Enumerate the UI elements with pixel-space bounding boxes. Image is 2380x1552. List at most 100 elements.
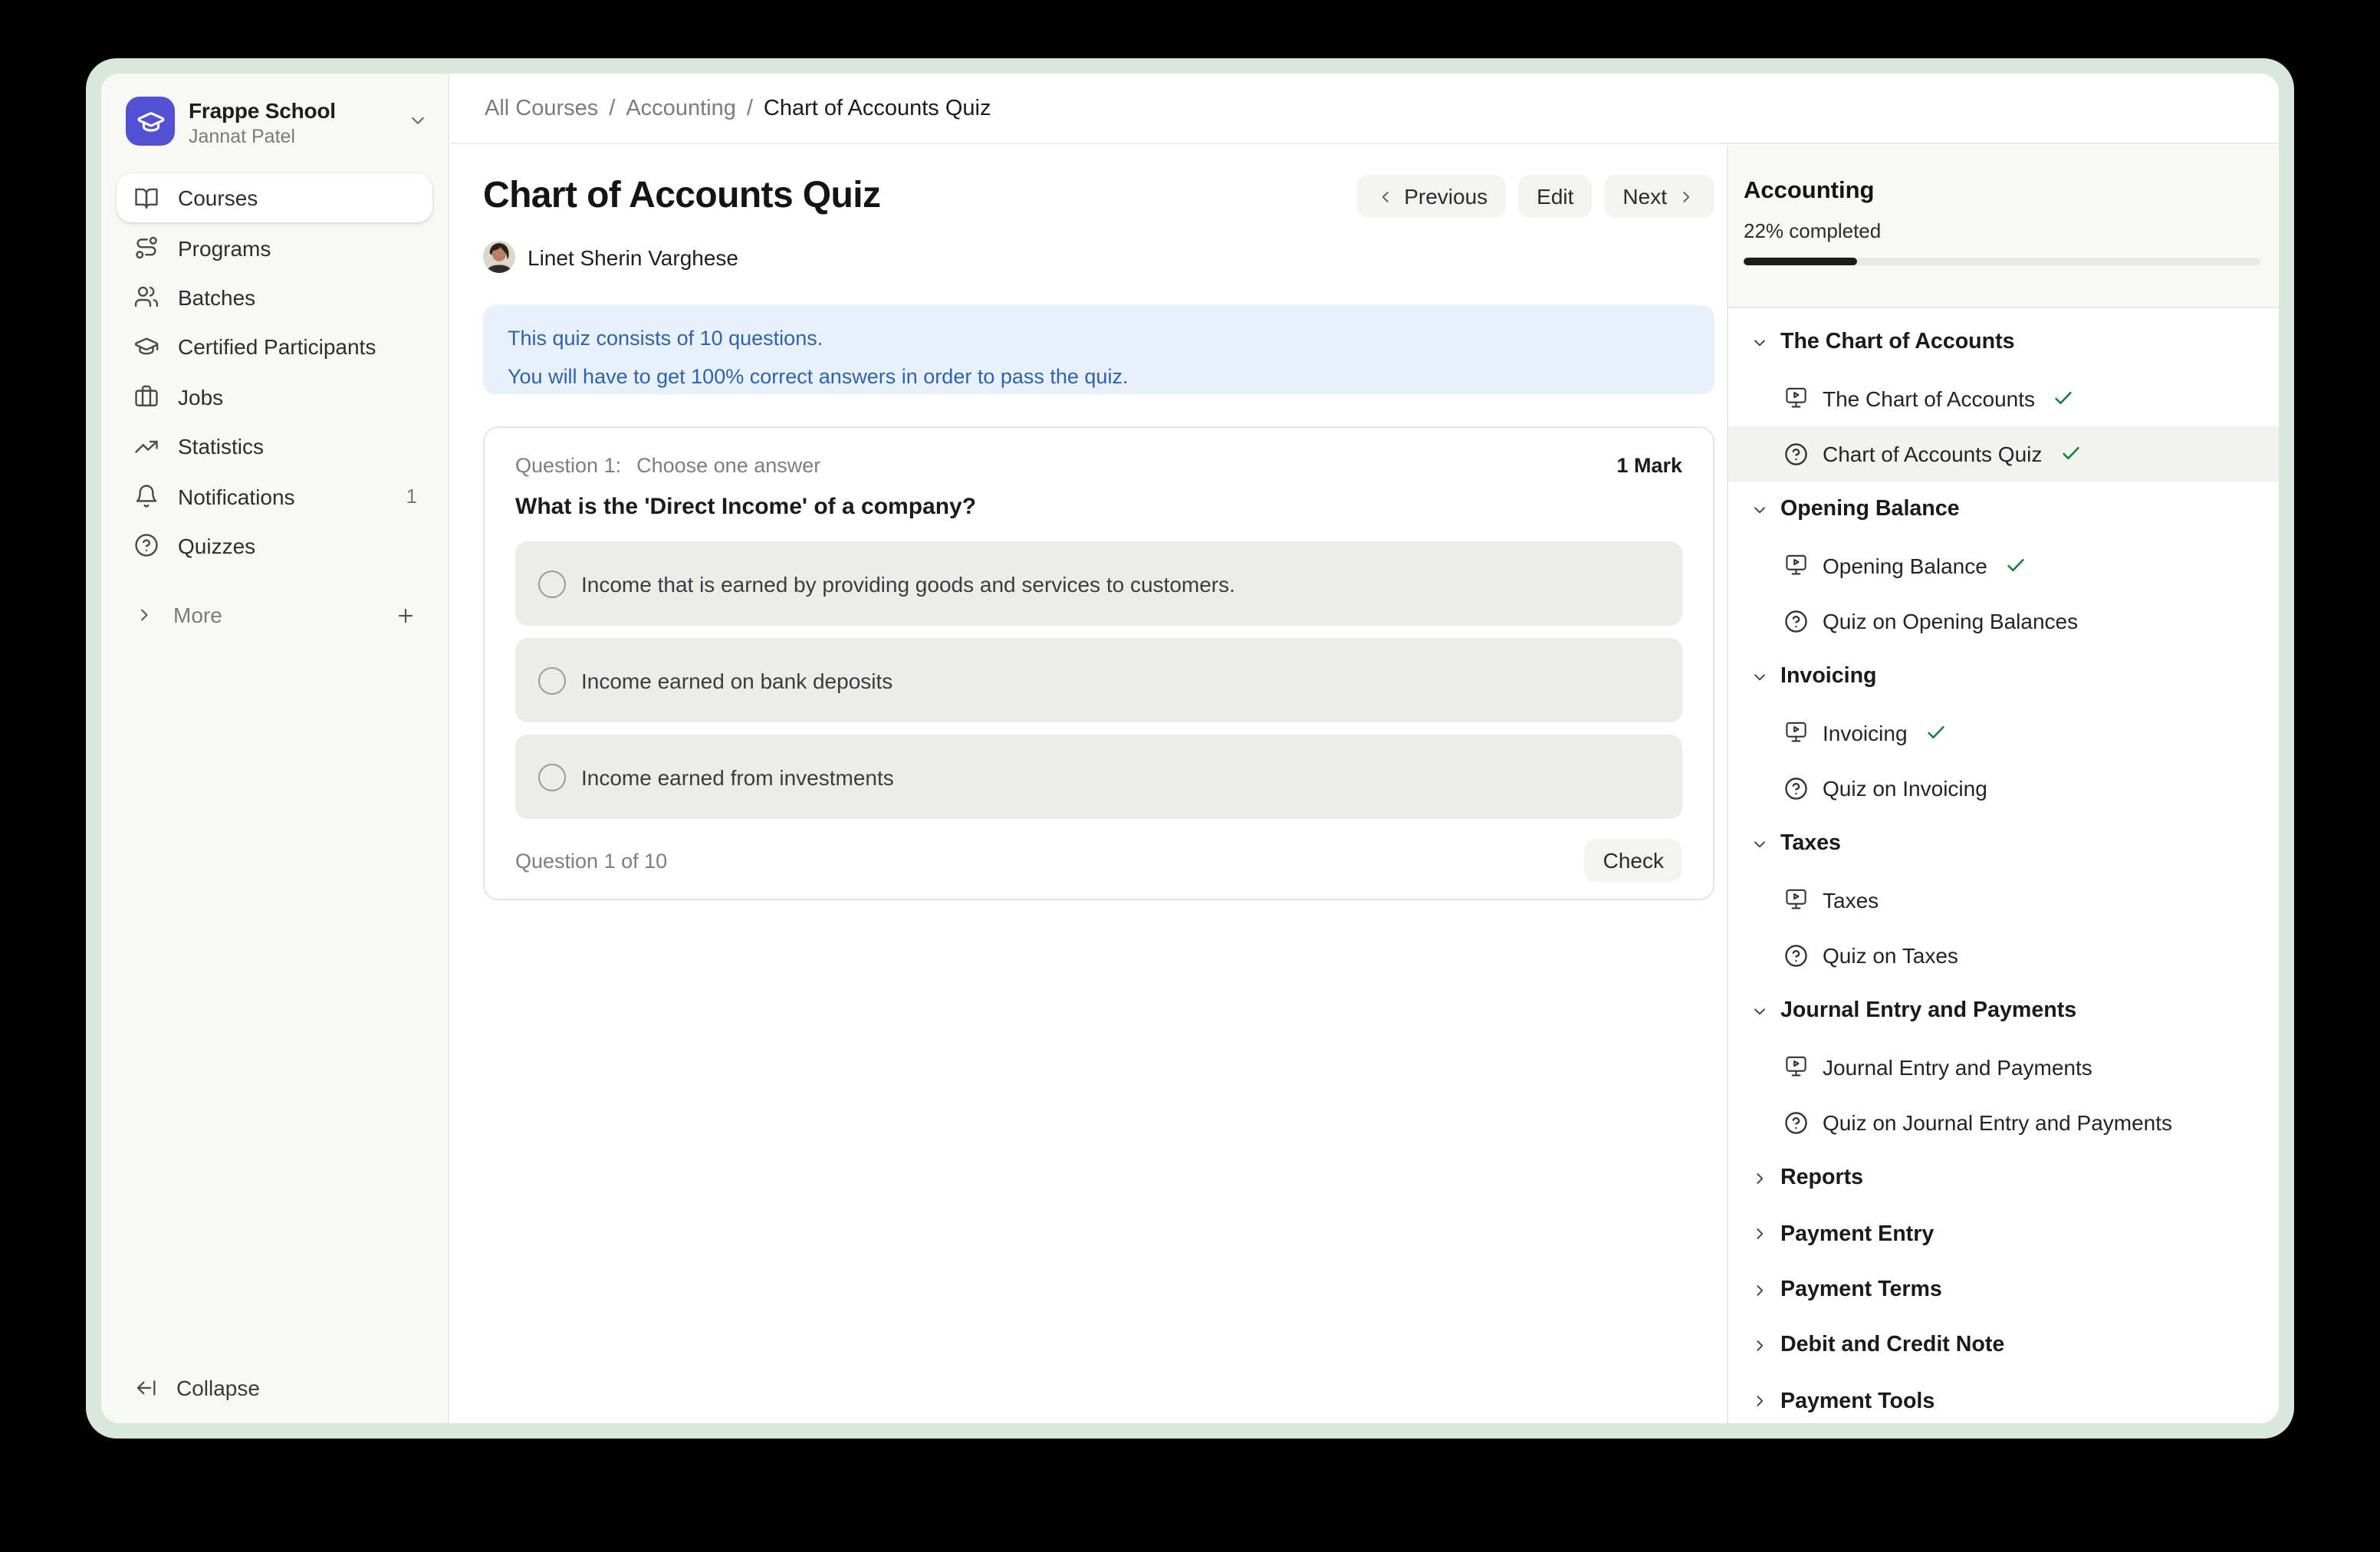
course-title: Accounting [1744,178,2260,206]
monitor-play-icon [1783,720,1809,745]
bell-icon [133,483,159,509]
radio-button-icon [538,570,566,597]
edit-button-label: Edit [1537,184,1573,209]
sidebar-item-programs[interactable]: Programs [117,223,432,273]
breadcrumb-all-courses[interactable]: All Courses [485,96,598,120]
author-row: Linet Sherin Varghese [483,241,738,273]
outline-row-label: Taxes [1823,887,1879,912]
outline-row[interactable]: Opening Balance [1728,482,2279,538]
outline-row[interactable]: Payment Tools [1728,1373,2279,1423]
check-icon [2004,554,2027,577]
app-frame: Frappe School Jannat Patel Courses Progr… [86,58,2294,1439]
sidebar-item-notifications[interactable]: Notifications 1 [117,472,432,521]
sidebar-item-courses[interactable]: Courses [117,173,432,223]
course-outline-header: Accounting 22% completed [1728,146,2279,308]
sidebar-item-label: Jobs [178,385,223,409]
brand-meta: Frappe School Jannat Patel [189,98,336,147]
notification-count-badge: 1 [406,485,417,508]
edit-button[interactable]: Edit [1518,175,1592,218]
outline-row[interactable]: Invoicing [1728,649,2279,705]
outline-row[interactable]: Debit and Credit Note [1728,1317,2279,1373]
outline-row-label: Payment Terms [1780,1277,1942,1302]
chevron-right-icon [1750,1224,1770,1244]
chevron-right-icon [1750,1280,1770,1300]
outline-row-label: Invoicing [1780,664,1877,689]
outline-row[interactable]: The Chart of Accounts [1728,370,2279,426]
outline-row[interactable]: Quiz on Opening Balances [1728,593,2279,649]
outline-row[interactable]: Payment Terms [1728,1262,2279,1318]
sidebar-item-statistics[interactable]: Statistics [117,422,432,472]
chevron-right-icon [133,605,155,626]
page-title: Chart of Accounts Quiz [483,175,880,218]
outline-row[interactable]: Journal Entry and Payments [1728,1039,2279,1095]
radio-button-icon [538,763,566,791]
question-progress-label: Question 1 of 10 [515,849,667,872]
course-outline-panel: Accounting 22% completed The Chart of Ac… [1727,146,2279,1423]
radio-button-icon [538,666,566,694]
outline-row[interactable]: Payment Entry [1728,1206,2279,1262]
sidebar-item-batches[interactable]: Batches [117,273,432,323]
next-button[interactable]: Next [1604,175,1714,218]
outline-row-label: Opening Balance [1780,497,1960,521]
outline-row[interactable]: Opening Balance [1728,538,2279,594]
outline-row[interactable]: Journal Entry and Payments [1728,983,2279,1039]
check-icon [2059,442,2082,465]
sidebar-item-certified-participants[interactable]: Certified Participants [117,322,432,372]
app-window: Frappe School Jannat Patel Courses Progr… [101,74,2279,1423]
chevron-down-icon[interactable] [406,109,429,132]
breadcrumb-separator: / [609,96,615,120]
monitor-play-icon [1783,553,1809,578]
left-sidebar: Frappe School Jannat Patel Courses Progr… [101,74,449,1423]
outline-row[interactable]: Taxes [1728,872,2279,928]
monitor-play-icon [1783,887,1809,912]
banner-line-2: You will have to get 100% correct answer… [508,357,1690,396]
help-circle-icon [1783,1110,1809,1135]
question-hint: Choose one answer [636,454,820,477]
help-circle-icon [1783,942,1809,968]
progress-bar [1744,258,2260,265]
sidebar-item-quizzes[interactable]: Quizzes [117,521,432,570]
outline-row[interactable]: Taxes [1728,816,2279,872]
breadcrumb-accounting[interactable]: Accounting [626,96,736,120]
sidebar-item-label: Certified Participants [178,335,376,360]
outline-row[interactable]: The Chart of Accounts [1728,314,2279,370]
chevron-right-icon [1676,186,1696,206]
answer-option[interactable]: Income that is earned by providing goods… [515,541,1682,626]
check-button[interactable]: Check [1585,839,1682,882]
question-footer: Question 1 of 10 Check [515,839,1682,882]
previous-button[interactable]: Previous [1356,175,1506,218]
main-content: Chart of Accounts Quiz Previous Edit Nex… [451,146,1727,1423]
next-button-label: Next [1622,184,1667,209]
author-name: Linet Sherin Varghese [528,245,738,269]
plus-icon[interactable] [394,604,417,627]
outline-row-label: The Chart of Accounts [1823,386,2035,410]
outline-row-label: Invoicing [1823,720,1908,745]
outline-row[interactable]: Quiz on Invoicing [1728,761,2279,817]
question-card: Question 1: Choose one answer 1 Mark Wha… [483,426,1714,900]
check-icon [2052,386,2075,409]
breadcrumb: All Courses / Accounting / Chart of Acco… [451,74,2279,144]
answer-option[interactable]: Income earned from investments [515,735,1682,819]
outline-row[interactable]: Quiz on Taxes [1728,928,2279,984]
answer-option[interactable]: Income earned on bank deposits [515,638,1682,722]
breadcrumb-separator: / [747,96,753,120]
sidebar-item-jobs[interactable]: Jobs [117,372,432,422]
outline-row-label: Quiz on Journal Entry and Payments [1823,1110,2172,1135]
outline-row[interactable]: Chart of Accounts Quiz [1728,426,2279,482]
workspace-switcher[interactable]: Frappe School Jannat Patel [126,97,429,147]
chevron-right-icon [1750,1391,1770,1411]
check-icon [1925,721,1948,744]
outline-row-label: Taxes [1780,832,1841,857]
sidebar-item-more[interactable]: More [117,590,432,640]
collapse-sidebar-button[interactable]: Collapse [117,1360,432,1416]
sidebar-item-label: Quizzes [178,534,255,558]
book-open-icon [133,185,159,211]
outline-row[interactable]: Quiz on Journal Entry and Payments [1728,1095,2279,1151]
outline-row[interactable]: Invoicing [1728,705,2279,761]
sidebar-nav: Courses Programs Batches Cert [117,173,432,570]
quiz-toolbar: Previous Edit Next [1356,175,1714,218]
outline-row[interactable]: Reports [1728,1150,2279,1206]
check-button-label: Check [1603,848,1664,873]
outline-row-label: Quiz on Opening Balances [1823,609,2078,633]
sidebar-item-label: Batches [178,285,255,310]
